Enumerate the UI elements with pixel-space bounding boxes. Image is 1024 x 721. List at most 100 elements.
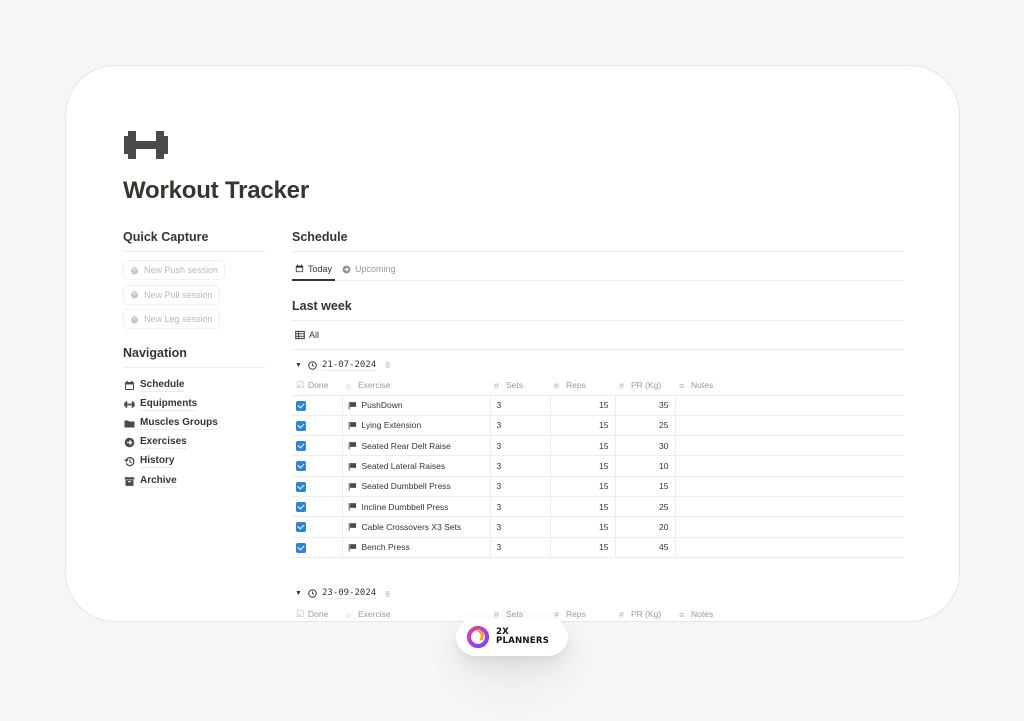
notes-cell[interactable] — [675, 476, 904, 497]
nav-item-muscles-groups[interactable]: Muscles Groups — [123, 414, 265, 433]
column-header-notes[interactable]: ≡ Notes — [675, 376, 904, 396]
quick-capture-list: New Push session New Pull session New Le… — [123, 252, 265, 332]
notes-cell[interactable] — [675, 395, 904, 416]
pr-cell[interactable]: 25 — [615, 415, 676, 437]
calendar-icon — [295, 264, 304, 273]
reps-cell[interactable]: 15 — [550, 537, 616, 558]
reps-cell[interactable]: 15 — [550, 516, 616, 538]
exercise-cell[interactable]: Bench Press — [342, 537, 491, 558]
exercise-cell[interactable]: Cable Crossovers X3 Sets — [342, 516, 491, 538]
nav-item-equipments[interactable]: Equipments — [123, 395, 265, 414]
group-date[interactable]: 21-07-2024 — [322, 360, 377, 371]
page-title: Workout Tracker — [123, 177, 309, 204]
pr-cell[interactable]: 25 — [615, 496, 676, 518]
done-checkbox[interactable] — [296, 542, 306, 553]
table-row[interactable]: Bench Press 3 15 45 — [292, 537, 904, 558]
nav-item-history[interactable]: History — [123, 452, 265, 471]
column-header-done[interactable]: ☑ Done — [292, 604, 342, 621]
column-label: Exercise — [358, 379, 391, 390]
sets-cell[interactable]: 3 — [490, 415, 551, 437]
exercise-name: Cable Crossovers X3 Sets — [361, 521, 462, 532]
table-row[interactable]: Incline Dumbbell Press 3 15 25 — [292, 496, 904, 518]
sets-cell[interactable]: 3 — [490, 435, 551, 457]
calendar-icon — [125, 380, 134, 390]
new-leg-session-button[interactable]: New Leg session — [123, 309, 220, 329]
done-checkbox[interactable] — [296, 461, 306, 472]
done-checkbox[interactable] — [296, 420, 306, 431]
nav-item-archive[interactable]: Archive — [123, 471, 265, 490]
column-header-sets[interactable]: # Sets — [490, 376, 550, 396]
notes-cell[interactable] — [675, 496, 904, 518]
hash-icon: # — [494, 380, 500, 391]
pr-cell[interactable]: 10 — [615, 455, 676, 477]
reps-cell[interactable]: 15 — [550, 395, 616, 416]
column-header-reps[interactable]: # Reps — [550, 376, 615, 396]
done-checkbox[interactable] — [296, 441, 306, 452]
reps-cell[interactable]: 15 — [550, 476, 616, 497]
column-header-reps[interactable]: # Reps — [550, 604, 615, 621]
done-cell — [292, 537, 343, 558]
column-header-pr[interactable]: # PR (Kg) — [615, 376, 675, 396]
pr-cell[interactable]: 15 — [615, 476, 676, 497]
page-card: Workout Tracker Quick Capture New Push s… — [65, 65, 960, 622]
table-row[interactable]: Seated Dumbbell Press 3 15 15 — [292, 476, 904, 497]
exercise-cell[interactable]: Seated Lateral Raises — [342, 455, 491, 477]
tab-today[interactable]: Today — [292, 258, 336, 281]
notes-cell[interactable] — [675, 516, 904, 538]
pr-cell[interactable]: 20 — [615, 516, 676, 538]
clock-icon — [308, 589, 317, 599]
table-row[interactable]: Lying Extension 3 15 25 — [292, 415, 904, 437]
table-row[interactable]: Seated Lateral Raises 3 15 10 — [292, 455, 904, 477]
folder-icon — [124, 420, 135, 428]
new-push-session-button[interactable]: New Push session — [123, 260, 226, 280]
done-checkbox[interactable] — [296, 522, 306, 533]
table-row[interactable]: Cable Crossovers X3 Sets 3 15 20 — [292, 516, 904, 538]
table-row[interactable]: Seated Rear Delt Raise 3 15 30 — [292, 435, 904, 457]
nav-label: Exercises — [140, 436, 187, 450]
done-checkbox[interactable] — [296, 502, 306, 512]
pr-cell[interactable]: 30 — [615, 435, 676, 457]
sets-cell[interactable]: 3 — [490, 496, 551, 518]
sets-cell[interactable]: 3 — [490, 537, 551, 558]
column-header-exercise[interactable]: ○ Exercise — [342, 376, 490, 396]
reps-cell[interactable]: 15 — [550, 496, 616, 518]
column-header-notes[interactable]: ≡ Notes — [675, 604, 904, 621]
exercise-cell[interactable]: Lying Extension — [342, 415, 491, 437]
toggle-triangle-icon[interactable]: ▼ — [295, 590, 303, 597]
view-tab-all[interactable]: All — [292, 330, 319, 340]
pr-cell[interactable]: 45 — [615, 537, 676, 558]
notes-cell[interactable] — [675, 537, 904, 558]
exercise-cell[interactable]: Incline Dumbbell Press — [342, 496, 491, 518]
sets-cell[interactable]: 3 — [490, 455, 551, 477]
text-lines-icon: ≡ — [679, 380, 685, 391]
exercise-cell[interactable]: Seated Rear Delt Raise — [342, 435, 491, 457]
sets-cell[interactable]: 3 — [490, 516, 551, 538]
reps-cell[interactable]: 15 — [550, 435, 616, 457]
column-header-pr[interactable]: # PR (Kg) — [615, 604, 675, 621]
left-column: Quick Capture New Push session New Pull … — [123, 230, 265, 491]
tab-upcoming[interactable]: Upcoming — [339, 258, 399, 280]
pr-cell[interactable]: 35 — [615, 395, 676, 416]
timer-icon — [131, 265, 138, 274]
done-cell — [292, 496, 343, 518]
exercise-cell[interactable]: Seated Dumbbell Press — [342, 476, 491, 497]
column-header-done[interactable]: ☑ Done — [292, 376, 342, 396]
exercise-table: ☑ Done ○ Exercise # Sets # Reps # PR (Kg) ≡ No… — [292, 604, 904, 621]
exercise-name: Seated Rear Delt Raise — [361, 440, 451, 451]
notes-cell[interactable] — [675, 455, 904, 477]
notes-cell[interactable] — [675, 435, 904, 457]
sets-cell[interactable]: 3 — [490, 395, 551, 416]
group-date[interactable]: 23-09-2024 — [322, 588, 377, 600]
new-pull-session-button[interactable]: New Pull session — [123, 284, 220, 305]
exercise-cell[interactable]: PushDown — [342, 395, 491, 416]
toggle-triangle-icon[interactable]: ▼ — [295, 362, 303, 369]
reps-cell[interactable]: 15 — [550, 455, 616, 477]
table-row[interactable]: PushDown 3 15 35 — [292, 395, 904, 416]
done-checkbox[interactable] — [296, 481, 306, 492]
nav-item-schedule[interactable]: Schedule — [123, 376, 265, 395]
reps-cell[interactable]: 15 — [550, 415, 616, 437]
sets-cell[interactable]: 3 — [490, 476, 551, 497]
done-checkbox[interactable] — [296, 400, 306, 411]
nav-item-exercises[interactable]: Exercises — [123, 433, 265, 452]
notes-cell[interactable] — [675, 415, 904, 437]
